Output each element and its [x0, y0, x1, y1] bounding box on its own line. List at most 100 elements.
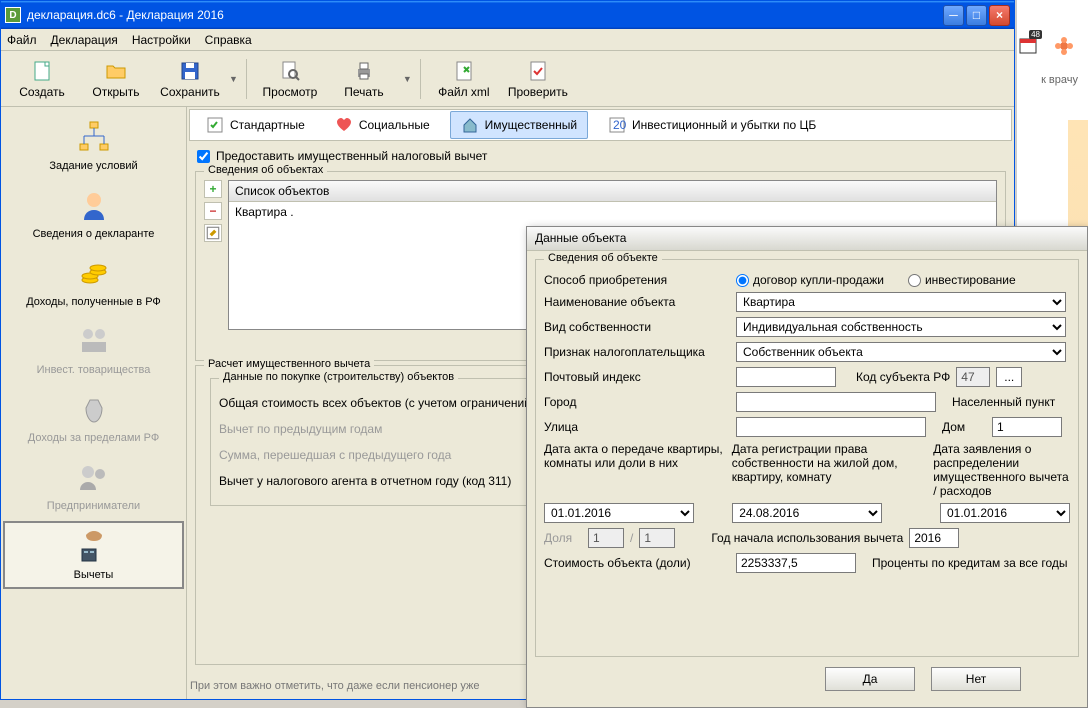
people-icon — [76, 460, 112, 496]
toolbar-check[interactable]: Проверить — [503, 53, 573, 105]
date-claim-label: Дата заявления о распределении имуществе… — [933, 442, 1070, 498]
house-icon — [461, 116, 479, 134]
share-label: Доля — [544, 531, 582, 545]
year-label: Год начала использования вычета — [711, 531, 903, 545]
region-label: Код субъекта РФ — [856, 370, 950, 384]
coins-icon — [76, 256, 112, 292]
tab-social[interactable]: Социальные — [325, 112, 440, 138]
name-label: Наименование объекта — [544, 295, 730, 309]
sidebar-deductions[interactable]: Вычеты — [3, 521, 184, 589]
footnote-text: При этом важно отметить, что даже если п… — [190, 680, 480, 692]
maximize-button[interactable]: □ — [966, 5, 987, 26]
city-label: Город — [544, 395, 730, 409]
cost-input[interactable] — [736, 553, 856, 573]
name-select[interactable]: Квартира — [736, 292, 1066, 312]
bg-flower-icon — [1054, 36, 1074, 56]
house-label: Дом — [942, 420, 986, 434]
house-input[interactable] — [992, 417, 1062, 437]
minimize-button[interactable]: ─ — [943, 5, 964, 26]
menu-help[interactable]: Справка — [205, 33, 252, 47]
acq-label: Способ приобретения — [544, 273, 730, 287]
toolbar-open[interactable]: Открыть — [81, 53, 151, 105]
menu-file[interactable]: Файл — [7, 33, 37, 47]
sidebar-declarant[interactable]: Сведения о декларанте — [3, 181, 184, 247]
radio-purchase[interactable]: договор купли-продажи — [736, 273, 884, 287]
ownership-label: Вид собственности — [544, 320, 730, 334]
check-file-icon — [526, 59, 550, 83]
date-claim-select[interactable]: 01.01.2016 — [940, 503, 1070, 523]
sidebar-invest[interactable]: Инвест. товарищества — [3, 317, 184, 383]
close-button[interactable]: × — [989, 5, 1010, 26]
menu-settings[interactable]: Настройки — [132, 33, 191, 47]
dialog-cancel-button[interactable]: Нет — [931, 667, 1021, 691]
interest-label: Проценты по кредитам за все годы — [872, 556, 1068, 570]
bg-calendar-icon: 48 — [1018, 36, 1038, 56]
date-act-label: Дата акта о передаче квартиры, комнаты и… — [544, 442, 726, 470]
locality-label: Населенный пункт — [952, 395, 1055, 409]
city-input[interactable] — [736, 392, 936, 412]
tab-property[interactable]: Имущественный — [450, 111, 588, 139]
tree-icon — [76, 120, 112, 156]
printer-icon — [352, 59, 376, 83]
tab-investment[interactable]: 20 Инвестиционный и убытки по ЦБ — [598, 112, 826, 138]
sidebar-entrepreneur[interactable]: Предприниматели — [3, 453, 184, 519]
object-dialog: Данные объекта Сведения об объекте Спосо… — [526, 226, 1088, 708]
checklist-icon — [206, 116, 224, 134]
tabstrip: Стандартные Социальные Имущественный 20 … — [189, 109, 1012, 141]
toolbar-save[interactable]: Сохранить — [155, 53, 225, 105]
date-reg-select[interactable]: 24.08.2016 — [732, 503, 882, 523]
money-bag-icon — [76, 392, 112, 428]
new-file-icon — [30, 59, 54, 83]
street-input[interactable] — [736, 417, 926, 437]
sidebar-income-rf[interactable]: Доходы, полученные в РФ — [3, 249, 184, 315]
deduction-icon — [76, 529, 112, 565]
menu-declaration[interactable]: Декларация — [51, 33, 118, 47]
toolbar: Создать Открыть Сохранить ▼ Просмотр Печ… — [1, 51, 1014, 107]
floppy-icon — [178, 59, 202, 83]
provide-deduction-checkbox[interactable] — [197, 150, 210, 163]
heart-icon — [335, 116, 353, 134]
sidebar-income-abroad[interactable]: Доходы за пределами РФ — [3, 385, 184, 451]
tab-standard[interactable]: Стандартные — [196, 112, 315, 138]
share-num-input — [588, 528, 624, 548]
dialog-title[interactable]: Данные объекта — [527, 227, 1087, 251]
toolbar-create[interactable]: Создать — [7, 53, 77, 105]
edit-icon — [205, 225, 221, 241]
date-reg-label: Дата регистрации права собственности на … — [732, 442, 927, 484]
toolbar-print[interactable]: Печать — [329, 53, 399, 105]
person-icon — [76, 188, 112, 224]
provide-deduction-label: Предоставить имущественный налоговый выч… — [216, 149, 487, 163]
bg-text: к врачу — [1041, 74, 1078, 86]
sidebar: Задание условий Сведения о декларанте До… — [1, 107, 187, 699]
region-input — [956, 367, 990, 387]
share-den-input — [639, 528, 675, 548]
menubar: Файл Декларация Настройки Справка — [1, 29, 1014, 51]
radio-invest[interactable]: инвестирование — [908, 273, 1016, 287]
edit-object-button[interactable] — [204, 224, 222, 242]
app-icon: D — [5, 7, 21, 23]
titlebar[interactable]: D декларация.dc6 - Декларация 2016 ─ □ × — [1, 1, 1014, 29]
taxpayer-label: Признак налогоплательщика — [544, 345, 730, 359]
handshake-icon — [76, 324, 112, 360]
add-object-button[interactable]: + — [204, 180, 222, 198]
toolbar-filexml[interactable]: Файл xml — [429, 53, 499, 105]
toolbar-preview[interactable]: Просмотр — [255, 53, 325, 105]
year-input[interactable] — [909, 528, 959, 548]
remove-object-button[interactable]: − — [204, 202, 222, 220]
list-header: Список объектов — [229, 181, 996, 202]
folder-open-icon — [104, 59, 128, 83]
region-browse-button[interactable]: ... — [996, 367, 1022, 387]
cost-label: Стоимость объекта (доли) — [544, 556, 730, 570]
xml-file-icon — [452, 59, 476, 83]
date-act-select[interactable]: 01.01.2016 — [544, 503, 694, 523]
postal-label: Почтовый индекс — [544, 370, 730, 384]
percent-icon: 20 — [608, 116, 626, 134]
dialog-ok-button[interactable]: Да — [825, 667, 915, 691]
preview-icon — [278, 59, 302, 83]
ownership-select[interactable]: Индивидуальная собственность — [736, 317, 1066, 337]
list-item-0[interactable]: Квартира . — [229, 202, 996, 222]
postal-input[interactable] — [736, 367, 836, 387]
street-label: Улица — [544, 420, 730, 434]
taxpayer-select[interactable]: Собственник объекта — [736, 342, 1066, 362]
sidebar-conditions[interactable]: Задание условий — [3, 113, 184, 179]
